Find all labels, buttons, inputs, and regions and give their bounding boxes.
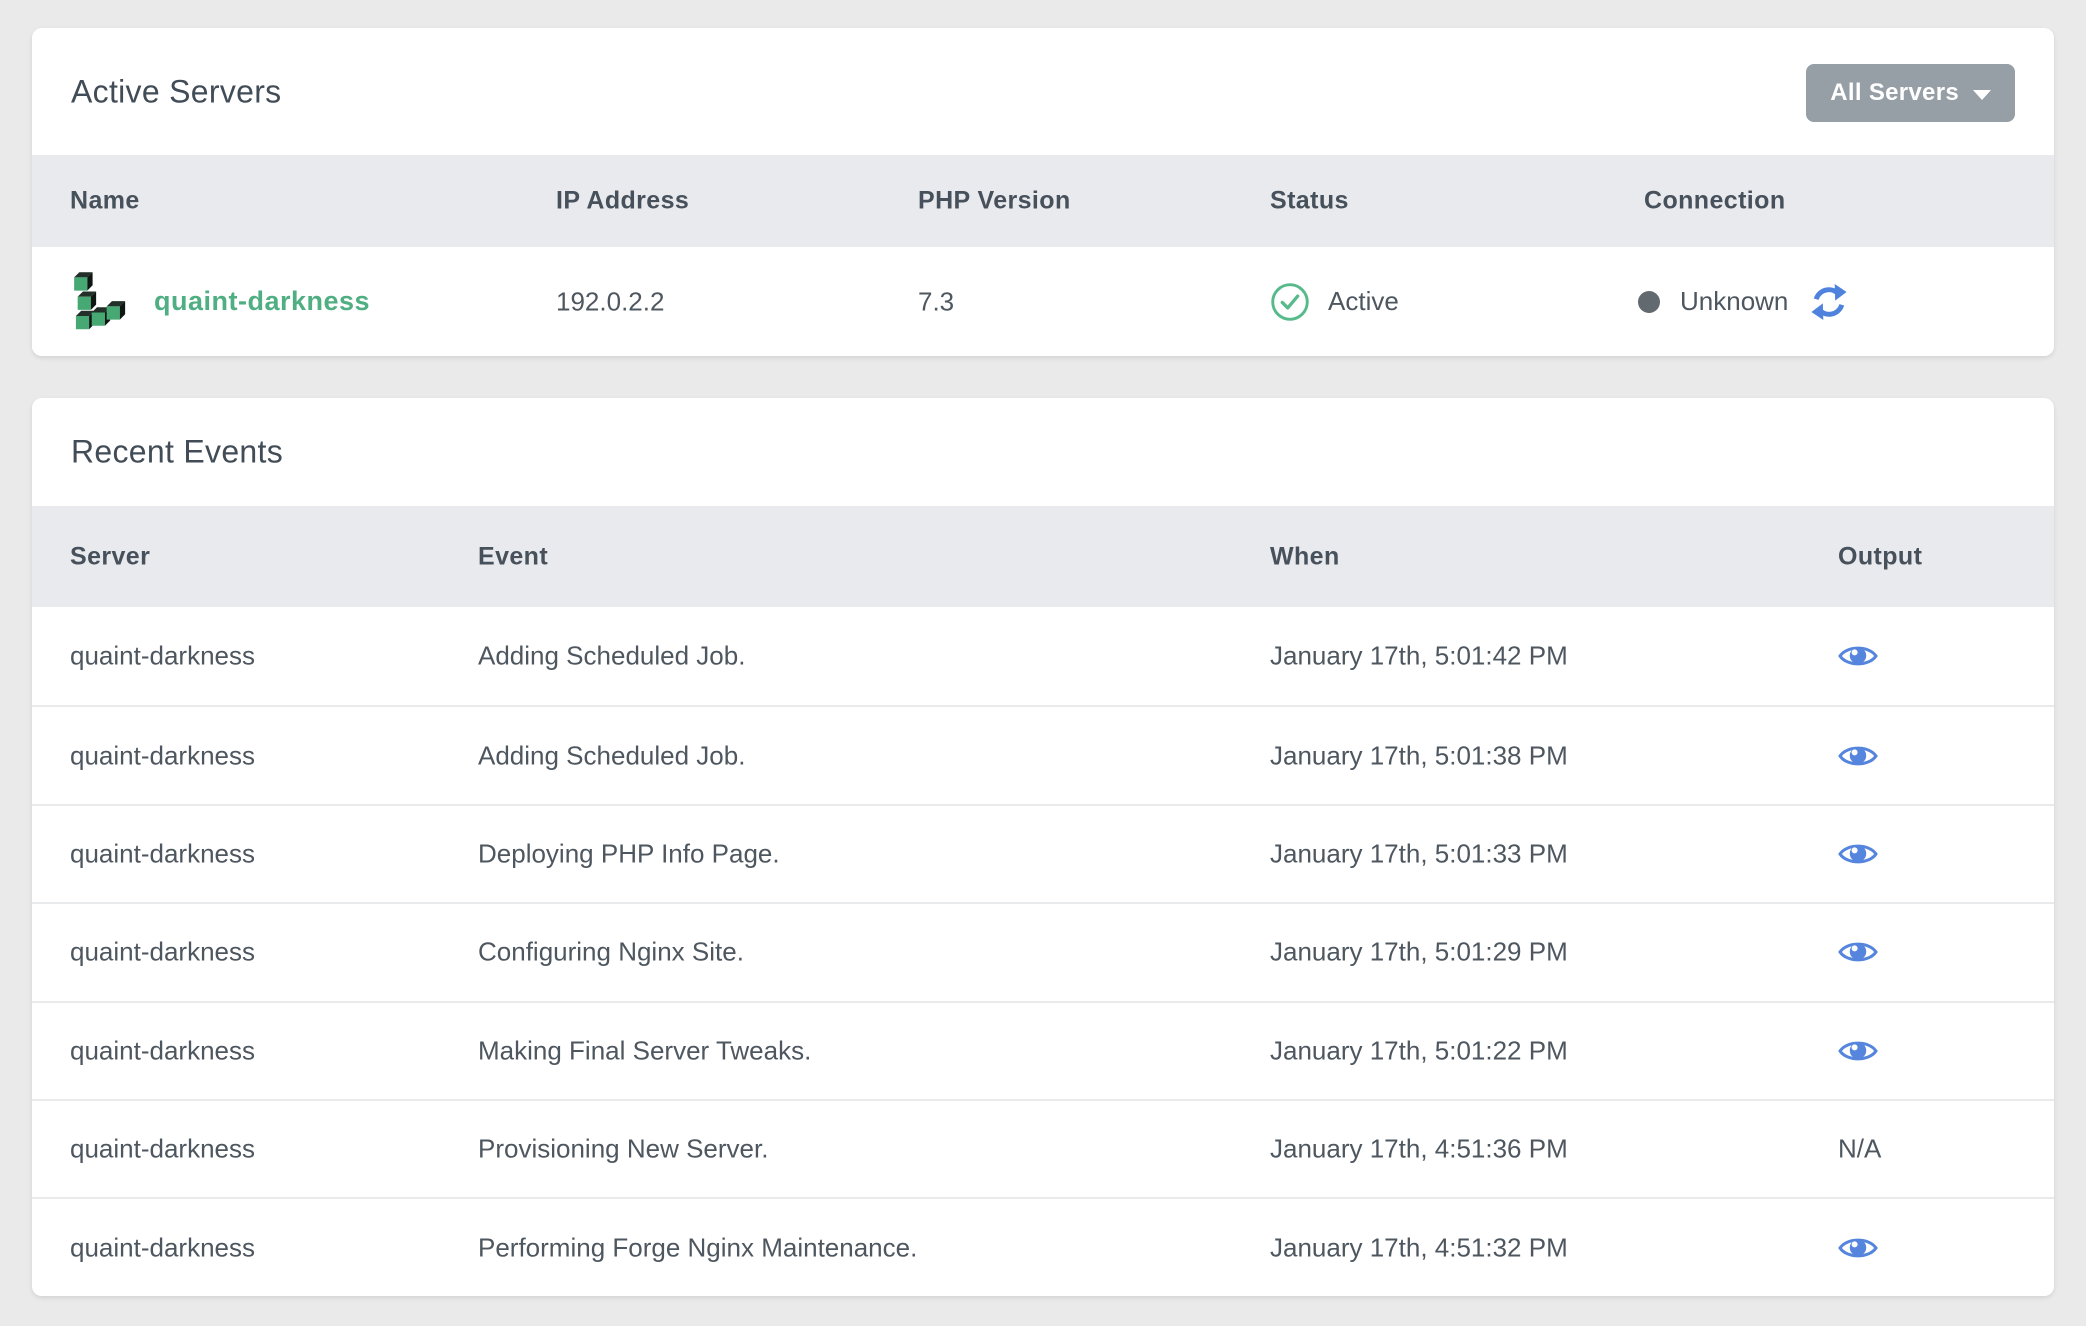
dot-icon	[1638, 291, 1660, 313]
active-servers-title: Active Servers	[71, 73, 281, 110]
server-status-text: Active	[1328, 286, 1399, 317]
event-description: Performing Forge Nginx Maintenance.	[478, 1232, 917, 1263]
event-server-name: quaint-darkness	[70, 641, 255, 672]
event-timestamp: January 17th, 5:01:22 PM	[1270, 1035, 1568, 1066]
event-timestamp: January 17th, 5:01:29 PM	[1270, 937, 1568, 968]
recent-events-rows: quaint-darkness Adding Scheduled Job. Ja…	[32, 607, 2054, 1296]
check-circle-icon	[1270, 282, 1310, 322]
column-header-php-version: PHP Version	[918, 187, 1071, 216]
event-row: quaint-darkness Configuring Nginx Site. …	[32, 902, 2054, 1000]
event-description: Deploying PHP Info Page.	[478, 838, 780, 869]
active-servers-panel: Active Servers All Servers Name IP Addre…	[32, 28, 2054, 356]
eye-icon	[1838, 642, 1878, 670]
event-description: Configuring Nginx Site.	[478, 937, 744, 968]
event-server-name: quaint-darkness	[70, 937, 255, 968]
refresh-icon	[1810, 283, 1848, 321]
column-header-when: When	[1270, 542, 1340, 571]
view-output-button[interactable]	[1838, 1234, 1878, 1262]
event-timestamp: January 17th, 4:51:36 PM	[1270, 1134, 1568, 1165]
eye-icon	[1838, 938, 1878, 966]
view-output-button[interactable]	[1838, 742, 1878, 770]
view-output-button[interactable]	[1838, 840, 1878, 868]
event-row: quaint-darkness Deploying PHP Info Page.…	[32, 804, 2054, 902]
event-description: Adding Scheduled Job.	[478, 740, 745, 771]
view-output-button[interactable]	[1838, 1037, 1878, 1065]
server-name-link[interactable]: quaint-darkness	[154, 286, 370, 317]
output-not-available: N/A	[1838, 1134, 1881, 1165]
event-timestamp: January 17th, 5:01:33 PM	[1270, 838, 1568, 869]
event-timestamp: January 17th, 5:01:42 PM	[1270, 641, 1568, 672]
server-php-version: 7.3	[918, 286, 954, 317]
event-row: quaint-darkness Performing Forge Nginx M…	[32, 1197, 2054, 1295]
recent-events-title: Recent Events	[71, 434, 283, 471]
column-header-event: Event	[478, 542, 548, 571]
refresh-connection-button[interactable]	[1810, 283, 1848, 321]
event-server-name: quaint-darkness	[70, 1232, 255, 1263]
view-output-button[interactable]	[1838, 938, 1878, 966]
column-header-output: Output	[1838, 542, 1922, 571]
column-header-ip-address: IP Address	[556, 187, 689, 216]
event-description: Making Final Server Tweaks.	[478, 1035, 811, 1066]
event-server-name: quaint-darkness	[70, 1035, 255, 1066]
eye-icon	[1838, 742, 1878, 770]
recent-events-panel: Recent Events Server Event When Output q…	[32, 398, 2054, 1296]
caret-down-icon	[1973, 90, 1991, 100]
column-header-name: Name	[70, 187, 140, 216]
column-header-status: Status	[1270, 187, 1349, 216]
column-header-server: Server	[70, 542, 150, 571]
event-row: quaint-darkness Provisioning New Server.…	[32, 1099, 2054, 1197]
event-server-name: quaint-darkness	[70, 740, 255, 771]
server-cubes-icon	[68, 271, 126, 333]
eye-icon	[1838, 1037, 1878, 1065]
server-row: quaint-darkness 192.0.2.2 7.3 Active Unk…	[32, 247, 2054, 356]
event-row: quaint-darkness Making Final Server Twea…	[32, 1001, 2054, 1099]
event-server-name: quaint-darkness	[70, 838, 255, 869]
column-header-connection: Connection	[1644, 187, 1786, 216]
recent-events-table-header: Server Event When Output	[32, 506, 2054, 607]
event-row: quaint-darkness Adding Scheduled Job. Ja…	[32, 705, 2054, 803]
event-server-name: quaint-darkness	[70, 1134, 255, 1165]
all-servers-dropdown-label: All Servers	[1830, 79, 1959, 107]
all-servers-dropdown-button[interactable]: All Servers	[1806, 64, 2015, 122]
event-timestamp: January 17th, 5:01:38 PM	[1270, 740, 1568, 771]
eye-icon	[1838, 1234, 1878, 1262]
view-output-button[interactable]	[1838, 642, 1878, 670]
event-description: Adding Scheduled Job.	[478, 641, 745, 672]
eye-icon	[1838, 840, 1878, 868]
server-connection-text: Unknown	[1680, 286, 1788, 317]
active-servers-table-header: Name IP Address PHP Version Status Conne…	[32, 155, 2054, 247]
event-timestamp: January 17th, 4:51:32 PM	[1270, 1232, 1568, 1263]
event-description: Provisioning New Server.	[478, 1134, 768, 1165]
event-row: quaint-darkness Adding Scheduled Job. Ja…	[32, 607, 2054, 705]
server-ip-address: 192.0.2.2	[556, 286, 664, 317]
